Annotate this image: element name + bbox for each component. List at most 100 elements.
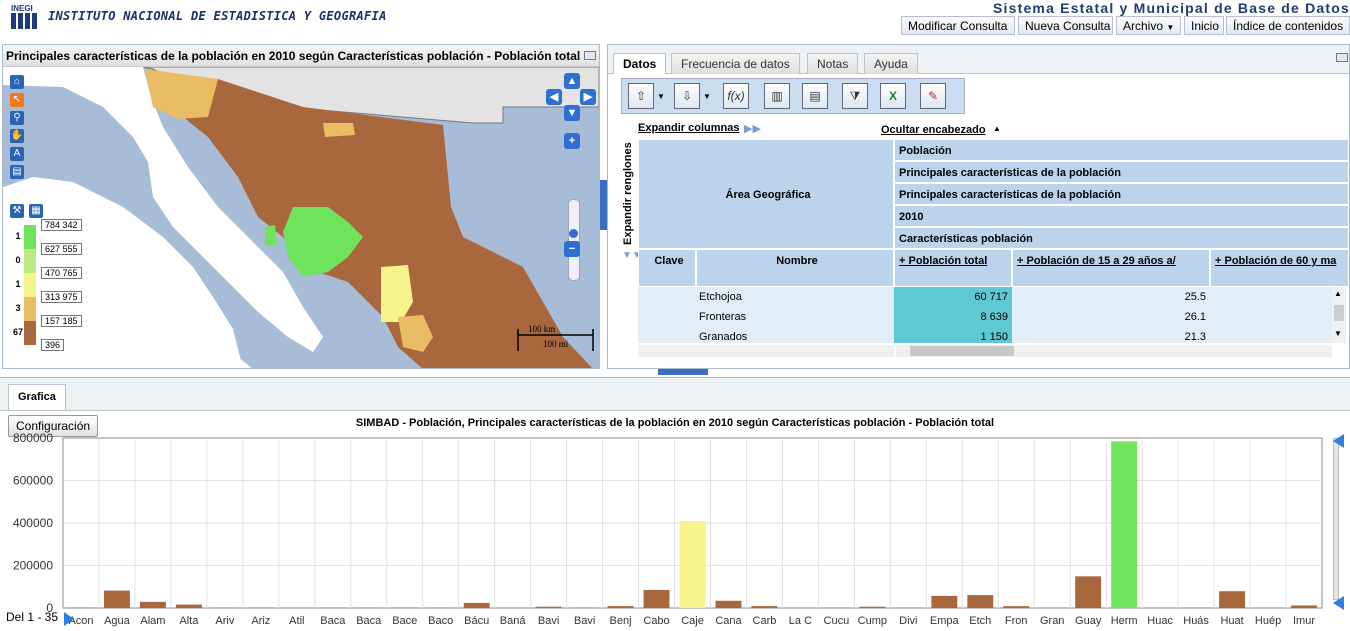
pan-left-icon[interactable]: ◀: [546, 89, 562, 105]
bar-chart: 0200000400000600000800000AconAguaAlamAlt…: [0, 378, 1350, 631]
x-tick-label: Empa: [930, 615, 960, 627]
expand-columns-link[interactable]: Expandir columnas: [638, 122, 739, 134]
tab-frecuencia[interactable]: Frecuencia de datos: [671, 53, 800, 74]
modify-query-button[interactable]: Modificar Consulta: [901, 16, 1015, 35]
bar: [140, 602, 166, 608]
x-tick-label: Huép: [1255, 615, 1281, 627]
chevron-down-icon[interactable]: ▼: [657, 92, 665, 101]
zoom-in-icon[interactable]: +: [564, 133, 580, 149]
row-1-p15[interactable]: 25.5: [1012, 291, 1206, 303]
excel-icon[interactable]: X: [880, 83, 906, 109]
table-icon[interactable]: ▦: [29, 204, 43, 218]
home-icon[interactable]: ⌂: [10, 75, 24, 89]
expand-rows-link[interactable]: Expandir renglones: [622, 137, 636, 247]
chart-scroll-up-icon[interactable]: [1333, 434, 1344, 448]
archivo-menu-button[interactable]: Archivo ▼: [1116, 16, 1181, 35]
legend-count: 3: [12, 303, 24, 313]
row-2-total[interactable]: 8 639: [894, 311, 1008, 323]
chevron-down-icon[interactable]: ▼: [703, 92, 711, 101]
caret-up-icon: ▲: [993, 124, 1001, 133]
contents-index-button[interactable]: Índice de contenidos: [1226, 16, 1350, 35]
row-3-total[interactable]: 1 150: [894, 331, 1008, 343]
export-icon[interactable]: ⇩: [674, 83, 700, 109]
scroll-down-icon[interactable]: ▼: [1334, 329, 1342, 338]
col-nombre-header[interactable]: Nombre: [696, 249, 894, 287]
pan-right-icon[interactable]: ▶: [580, 89, 596, 105]
bar: [1075, 576, 1101, 608]
x-tick-label: Bavi: [538, 615, 559, 627]
zoom-slider-handle[interactable]: [569, 229, 578, 238]
pan-hand-icon[interactable]: ✋: [10, 129, 24, 143]
pan-up-icon[interactable]: ▲: [564, 73, 580, 89]
horizontal-scrollbar-right[interactable]: [896, 345, 1332, 357]
header-row-4: 2010: [894, 205, 1349, 227]
pointer-icon[interactable]: ↖: [10, 93, 24, 107]
row-3-p15[interactable]: 21.3: [1012, 331, 1206, 343]
minimize-data-icon[interactable]: [1336, 53, 1348, 62]
tab-datos[interactable]: Datos: [613, 53, 666, 74]
scroll-thumb[interactable]: [1334, 305, 1344, 321]
vertical-scrollbar[interactable]: ▲ ▼: [1332, 287, 1346, 343]
inegi-logo-icon: INEGI: [10, 3, 40, 31]
col-60-header[interactable]: + Población de 60 y ma: [1210, 249, 1349, 287]
x-tick-label: Baco: [428, 615, 453, 627]
home-button[interactable]: Inicio: [1184, 16, 1224, 35]
print-icon[interactable]: ▤: [10, 165, 24, 179]
new-query-button[interactable]: Nueva Consulta: [1018, 16, 1113, 35]
y-tick-label: 800000: [13, 431, 53, 445]
zoom-icon[interactable]: ⚲: [10, 111, 24, 125]
horizontal-scrollbar-left[interactable]: [638, 345, 894, 357]
header-row-3: Principales características de la poblac…: [894, 183, 1349, 205]
legend-swatch: [24, 297, 36, 321]
zoom-out-icon[interactable]: −: [564, 241, 580, 257]
bar: [751, 606, 777, 608]
row-1-nombre[interactable]: Etchojoa: [699, 291, 742, 303]
x-tick-label: Ariv: [215, 615, 234, 627]
row-add-icon[interactable]: ▤: [802, 83, 828, 109]
x-tick-label: Alam: [140, 615, 165, 627]
x-tick-label: La C: [789, 615, 812, 627]
legend-count: 1: [12, 231, 24, 241]
row-1-total[interactable]: 60 717: [894, 291, 1008, 303]
row-2-p15[interactable]: 26.1: [1012, 311, 1206, 323]
x-tick-label: Bácu: [464, 615, 489, 627]
horizontal-splitter[interactable]: [658, 369, 708, 375]
map-canvas[interactable]: 100 km 100 mi: [3, 67, 599, 369]
x-tick-label: Cana: [715, 615, 742, 627]
col-15-29-header[interactable]: + Población de 15 a 29 años a/: [1012, 249, 1210, 287]
y-tick-label: 200000: [13, 559, 53, 573]
row-3-nombre[interactable]: Granados: [699, 331, 747, 343]
chart-scroll-down-icon[interactable]: [1333, 596, 1344, 610]
scroll-up-icon[interactable]: ▲: [1334, 289, 1342, 298]
zoom-slider[interactable]: [568, 199, 580, 281]
legend-count: 0: [12, 255, 24, 265]
hscroll-thumb[interactable]: [910, 346, 1014, 356]
chevron-down-icon: ▼: [1166, 23, 1174, 32]
legend-value: 313 975: [41, 291, 82, 303]
header-row-1: Población: [894, 139, 1349, 161]
range-label: Del 1 - 35: [6, 610, 58, 624]
wrench-icon[interactable]: ⚒: [10, 204, 24, 218]
bar: [680, 521, 706, 608]
filter-icon[interactable]: ⧩: [842, 83, 868, 109]
bar: [644, 590, 670, 608]
import-icon[interactable]: ⇧: [628, 83, 654, 109]
formula-icon[interactable]: f(x): [723, 83, 749, 109]
text-tool-icon[interactable]: A: [10, 147, 24, 161]
edit-icon[interactable]: ✎: [920, 83, 946, 109]
tab-notas[interactable]: Notas: [807, 53, 858, 74]
expand-columns-icon[interactable]: ▶▶: [744, 122, 761, 135]
legend-swatch: [24, 249, 36, 273]
chart-scroll-track[interactable]: [1333, 438, 1339, 600]
column-add-icon[interactable]: ▥: [764, 83, 790, 109]
vertical-splitter[interactable]: [600, 180, 607, 230]
col-clave-header[interactable]: Clave: [638, 249, 696, 287]
row-2-nombre[interactable]: Fronteras: [699, 311, 746, 323]
x-tick-label: Caje: [681, 615, 704, 627]
col-poblacion-total-header[interactable]: + Población total: [894, 249, 1012, 287]
tab-ayuda[interactable]: Ayuda: [864, 53, 918, 74]
pan-down-icon[interactable]: ▼: [564, 105, 580, 121]
prev-range-icon[interactable]: [64, 612, 74, 626]
minimize-map-icon[interactable]: [584, 51, 596, 60]
hide-header-link[interactable]: Ocultar encabezado: [881, 124, 986, 136]
